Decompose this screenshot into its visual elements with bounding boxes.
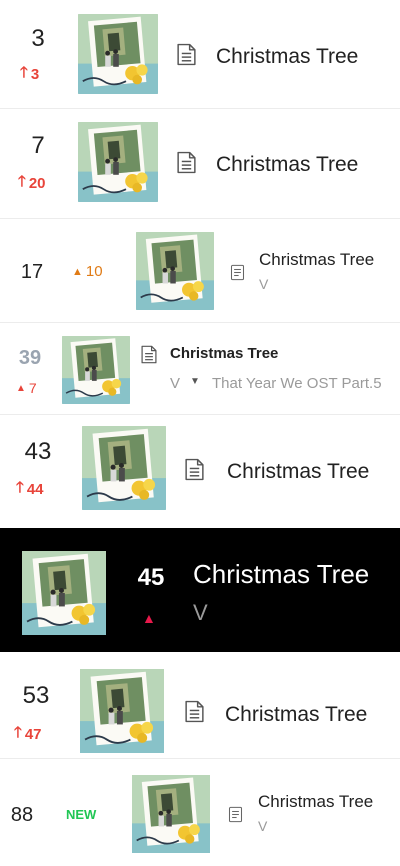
triangle-up-icon: ▲ [142, 610, 156, 626]
lyrics-icon[interactable] [176, 43, 197, 66]
arrow-up-icon: 🡑 [20, 64, 28, 81]
chart-row-3[interactable]: 17 ▲ 10 Christmas Tree V [0, 218, 400, 322]
lyrics-icon[interactable] [228, 806, 243, 823]
album-cover[interactable] [132, 774, 210, 854]
rank-change: ▲ 10 [72, 263, 103, 280]
chart-row-5[interactable]: 43 🡑 44 Christmas Tree [0, 414, 400, 528]
lyrics-icon[interactable] [140, 345, 158, 364]
chart-row-4[interactable]: 39 ▲ 7 Christmas Tree V ▼ That Year We O… [0, 322, 400, 414]
album-name[interactable]: That Year We OST Part.5 [212, 375, 382, 392]
song-title[interactable]: Christmas Tree [216, 45, 358, 69]
song-title[interactable]: Christmas Tree [170, 345, 278, 362]
triangle-up-icon: ▲ [16, 382, 26, 394]
rank-number: 17 [20, 261, 44, 283]
chart-row-6-highlight[interactable]: 45 ▲ Christmas Tree V [0, 528, 400, 652]
lyrics-icon[interactable] [184, 458, 205, 481]
artist-name[interactable]: V [258, 818, 267, 834]
arrow-up-icon: 🡑 [18, 173, 26, 190]
chart-row-2[interactable]: 7 🡑 20 Christmas Tree [0, 108, 400, 218]
rank-number: 3 [31, 25, 45, 52]
rank-number: 7 [31, 132, 45, 159]
rank-number: 39 [18, 347, 42, 369]
caret-down-icon[interactable]: ▼ [190, 376, 200, 387]
chart-row-8[interactable]: 88 NEW Christmas Tree V [0, 758, 400, 866]
album-cover[interactable] [78, 122, 158, 202]
chart-row-1[interactable]: 3 🡑 3 Christmas Tree [0, 0, 400, 108]
rank-change: 🡑 3 [20, 62, 39, 87]
rank-change: ▲ 7 [16, 380, 37, 396]
arrow-up-icon: 🡑 [14, 724, 22, 741]
lyrics-icon[interactable] [176, 151, 197, 174]
song-title[interactable]: Christmas Tree [225, 703, 367, 727]
song-title[interactable]: Christmas Tree [216, 153, 358, 177]
album-cover[interactable] [80, 668, 164, 754]
rank-number: 88 [10, 804, 34, 826]
album-cover[interactable] [78, 14, 158, 94]
arrow-up-icon: 🡑 [16, 479, 24, 496]
artist-name[interactable]: V [170, 375, 180, 392]
album-cover[interactable] [82, 426, 166, 510]
rank-number: 45 [137, 564, 165, 591]
rank-change: ▲ [142, 610, 156, 626]
new-badge: NEW [66, 807, 97, 822]
song-title[interactable]: Christmas Tree [259, 250, 374, 270]
rank-change: 🡑 47 [14, 722, 42, 747]
song-title[interactable]: Christmas Tree [227, 460, 369, 484]
song-title[interactable]: Christmas Tree [258, 792, 373, 812]
chart-row-7[interactable]: 53 🡑 47 Christmas Tree [0, 652, 400, 758]
lyrics-icon[interactable] [184, 700, 205, 723]
album-cover[interactable] [22, 550, 106, 636]
album-cover[interactable] [62, 336, 130, 404]
lyrics-icon[interactable] [230, 264, 245, 281]
album-cover[interactable] [136, 232, 214, 310]
triangle-up-icon: ▲ [72, 265, 83, 278]
artist-name[interactable]: V [259, 276, 268, 292]
rank-change: 🡑 20 [18, 171, 46, 196]
rank-change: 🡑 44 [16, 477, 44, 502]
song-title[interactable]: Christmas Tree [193, 559, 369, 590]
rank-number: 43 [24, 438, 52, 465]
rank-number: 53 [22, 682, 50, 709]
artist-name[interactable]: V [193, 600, 208, 626]
